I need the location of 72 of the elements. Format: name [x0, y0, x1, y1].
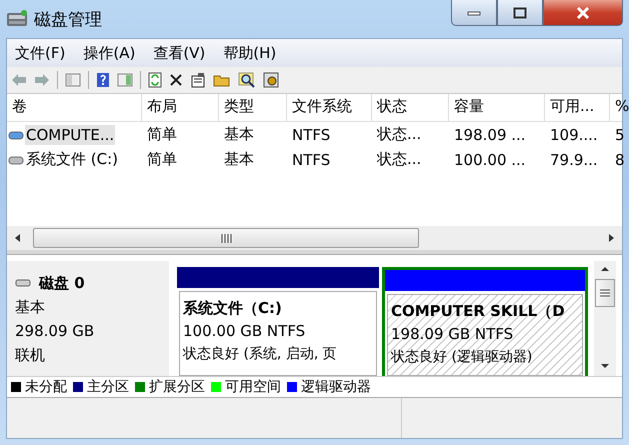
settings-icon[interactable] [263, 72, 279, 88]
column-header[interactable]: 卷 [7, 94, 142, 121]
disk-name: 磁盘 0 [39, 273, 85, 294]
column-header[interactable]: 容量 [449, 94, 545, 121]
grip-icon [599, 288, 611, 298]
disk-type: 基本 [15, 297, 46, 318]
table-cell-text: 基本 [223, 150, 255, 169]
menu-item[interactable]: 帮助(H) [223, 44, 276, 62]
maximize-icon [513, 6, 527, 18]
table-cell-text: 8 [614, 150, 626, 168]
volume-name[interactable]: COMPUTE... [25, 124, 116, 144]
partition-title: 系统文件（C:) [183, 298, 283, 319]
panel-icon[interactable] [117, 73, 133, 87]
scroll-left-icon[interactable] [13, 233, 23, 243]
close-button[interactable] [543, 0, 623, 26]
menu-item[interactable]: 文件(F) [15, 44, 66, 62]
scroll-up-icon[interactable] [600, 265, 610, 273]
folder-icon[interactable] [213, 73, 231, 87]
grip-icon [220, 234, 232, 242]
disk-status: 联机 [15, 345, 46, 366]
table-cell-text: NTFS [291, 126, 332, 144]
close-icon [575, 6, 591, 18]
maximize-button[interactable] [497, 0, 543, 26]
disk-drive-icon [6, 9, 28, 29]
table-cell-text: 简单 [146, 125, 178, 144]
window-title: 磁盘管理 [34, 8, 102, 30]
partition-title: COMPUTER SKILL（D [391, 301, 566, 322]
partition-block[interactable]: COMPUTER SKILL（D 198.09 GB NTFS 状态良好 (逻辑驱动器) [382, 267, 588, 376]
panel-icon[interactable] [65, 73, 81, 87]
help-icon[interactable] [96, 72, 110, 88]
scroll-down-icon[interactable] [600, 362, 610, 370]
table-cell-text: 100.00 ... [453, 150, 527, 168]
column-header[interactable]: 状态 [372, 94, 449, 121]
table-cell-text: 5 [614, 126, 626, 144]
minimize-icon [467, 10, 481, 16]
column-header[interactable]: 布局 [142, 94, 219, 121]
magnifier-icon[interactable] [238, 72, 256, 88]
minimize-button[interactable] [451, 0, 497, 26]
horizontal-scrollbar[interactable] [7, 226, 622, 250]
table-cell-text: 79.9... [549, 150, 599, 168]
properties-icon[interactable] [190, 72, 206, 88]
refresh-icon[interactable] [148, 72, 162, 88]
column-header[interactable]: 文件系统 [287, 94, 372, 121]
column-header[interactable]: 类型 [219, 94, 287, 121]
column-header[interactable]: 可用... [545, 94, 610, 121]
partition-status: 状态良好 (系统, 启动, 页 [183, 345, 338, 364]
legend-label: 逻辑驱动器 [301, 378, 371, 396]
menu-item[interactable]: 查看(V) [153, 44, 206, 62]
table-cell-text: 109.... [549, 126, 599, 144]
menu-item[interactable]: 操作(A) [83, 44, 136, 62]
column-header[interactable]: % [610, 94, 629, 121]
table-cell-text: NTFS [291, 150, 332, 168]
partition-size: 100.00 GB NTFS [183, 321, 306, 342]
table-cell-text: 状态... [376, 150, 422, 169]
partition-status: 状态良好 (逻辑驱动器) [391, 348, 534, 367]
table-cell-text: 简单 [146, 150, 178, 169]
legend-label: 主分区 [87, 378, 129, 396]
legend-label: 未分配 [25, 378, 67, 396]
drive-icon [8, 130, 24, 140]
drive-icon [8, 154, 24, 164]
delete-icon[interactable] [169, 73, 183, 87]
volume-name[interactable]: 系统文件 (C:) [25, 149, 119, 170]
table-cell-text: 198.09 ... [453, 126, 527, 144]
table-cell-text: 状态... [376, 125, 422, 144]
legend-label: 可用空间 [225, 378, 281, 396]
scroll-right-icon[interactable] [606, 233, 616, 243]
table-cell-text: 基本 [223, 125, 255, 144]
disk-size: 298.09 GB [15, 321, 96, 342]
disk-info-panel[interactable]: 磁盘 0 基本 298.09 GB 联机 [7, 261, 169, 376]
legend-label: 扩展分区 [149, 378, 205, 396]
partition-size: 198.09 GB NTFS [391, 324, 514, 345]
vertical-scrollbar[interactable] [594, 261, 616, 376]
